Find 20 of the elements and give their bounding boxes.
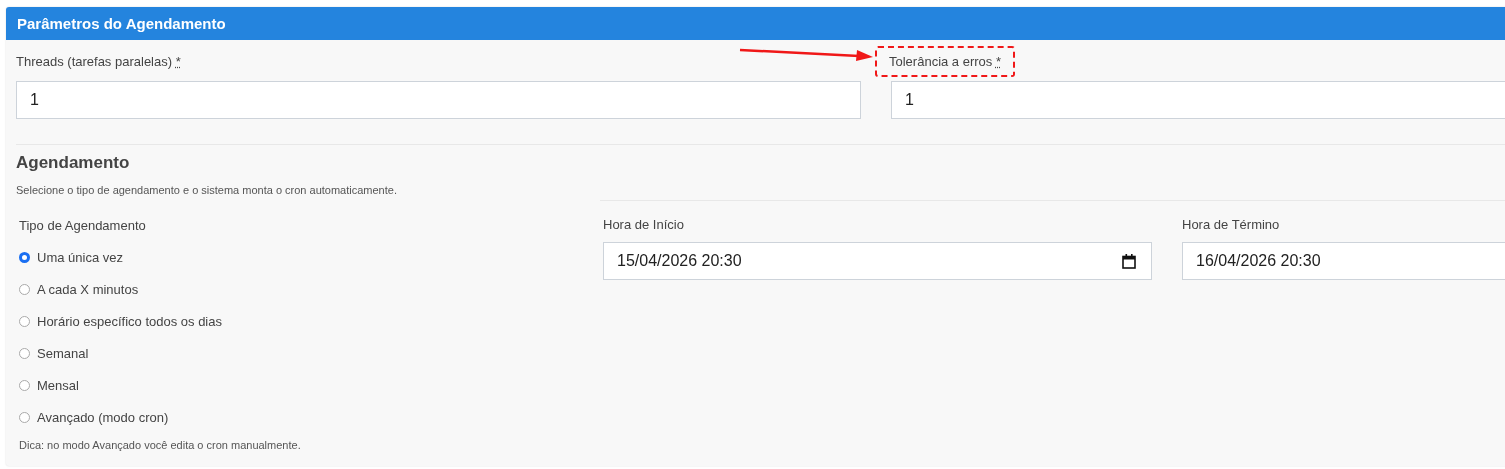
number-field[interactable]: 1	[16, 81, 861, 119]
radio-option[interactable]: Avançado (modo cron)	[19, 401, 600, 433]
radio-option[interactable]: Uma única vez	[19, 241, 600, 273]
number-field[interactable]: 1	[891, 81, 1505, 119]
field-label: Tolerância a erros *	[875, 46, 1015, 77]
datetime-field[interactable]: 15/04/2026 20:30	[603, 242, 1152, 280]
radio-group-label: Tipo de Agendamento	[19, 218, 147, 235]
section-description: Selecione o tipo de agendamento e o sistema monta o cron automaticamente.	[16, 184, 398, 196]
field-label: Hora de Início	[603, 217, 685, 234]
panel-title: Parâmetros do Agendamento	[17, 15, 226, 32]
section-heading: Agendamento	[16, 153, 131, 173]
calendar-icon	[1122, 253, 1136, 269]
field-label: Threads (tarefas paralelas) *	[16, 53, 181, 69]
field-label: Hora de Término	[1182, 217, 1281, 234]
radio-option[interactable]: Semanal	[19, 337, 600, 369]
radio-option[interactable]: Horário específico todos os dias	[19, 305, 600, 337]
hint-text: Dica: no modo Avançado você edita o cron manualmente.	[19, 439, 302, 451]
datetime-field[interactable]: 16/04/2026 20:30	[1182, 242, 1505, 280]
radio-option[interactable]: A cada X minutos	[19, 273, 600, 305]
radio-option[interactable]: Mensal	[19, 369, 600, 401]
